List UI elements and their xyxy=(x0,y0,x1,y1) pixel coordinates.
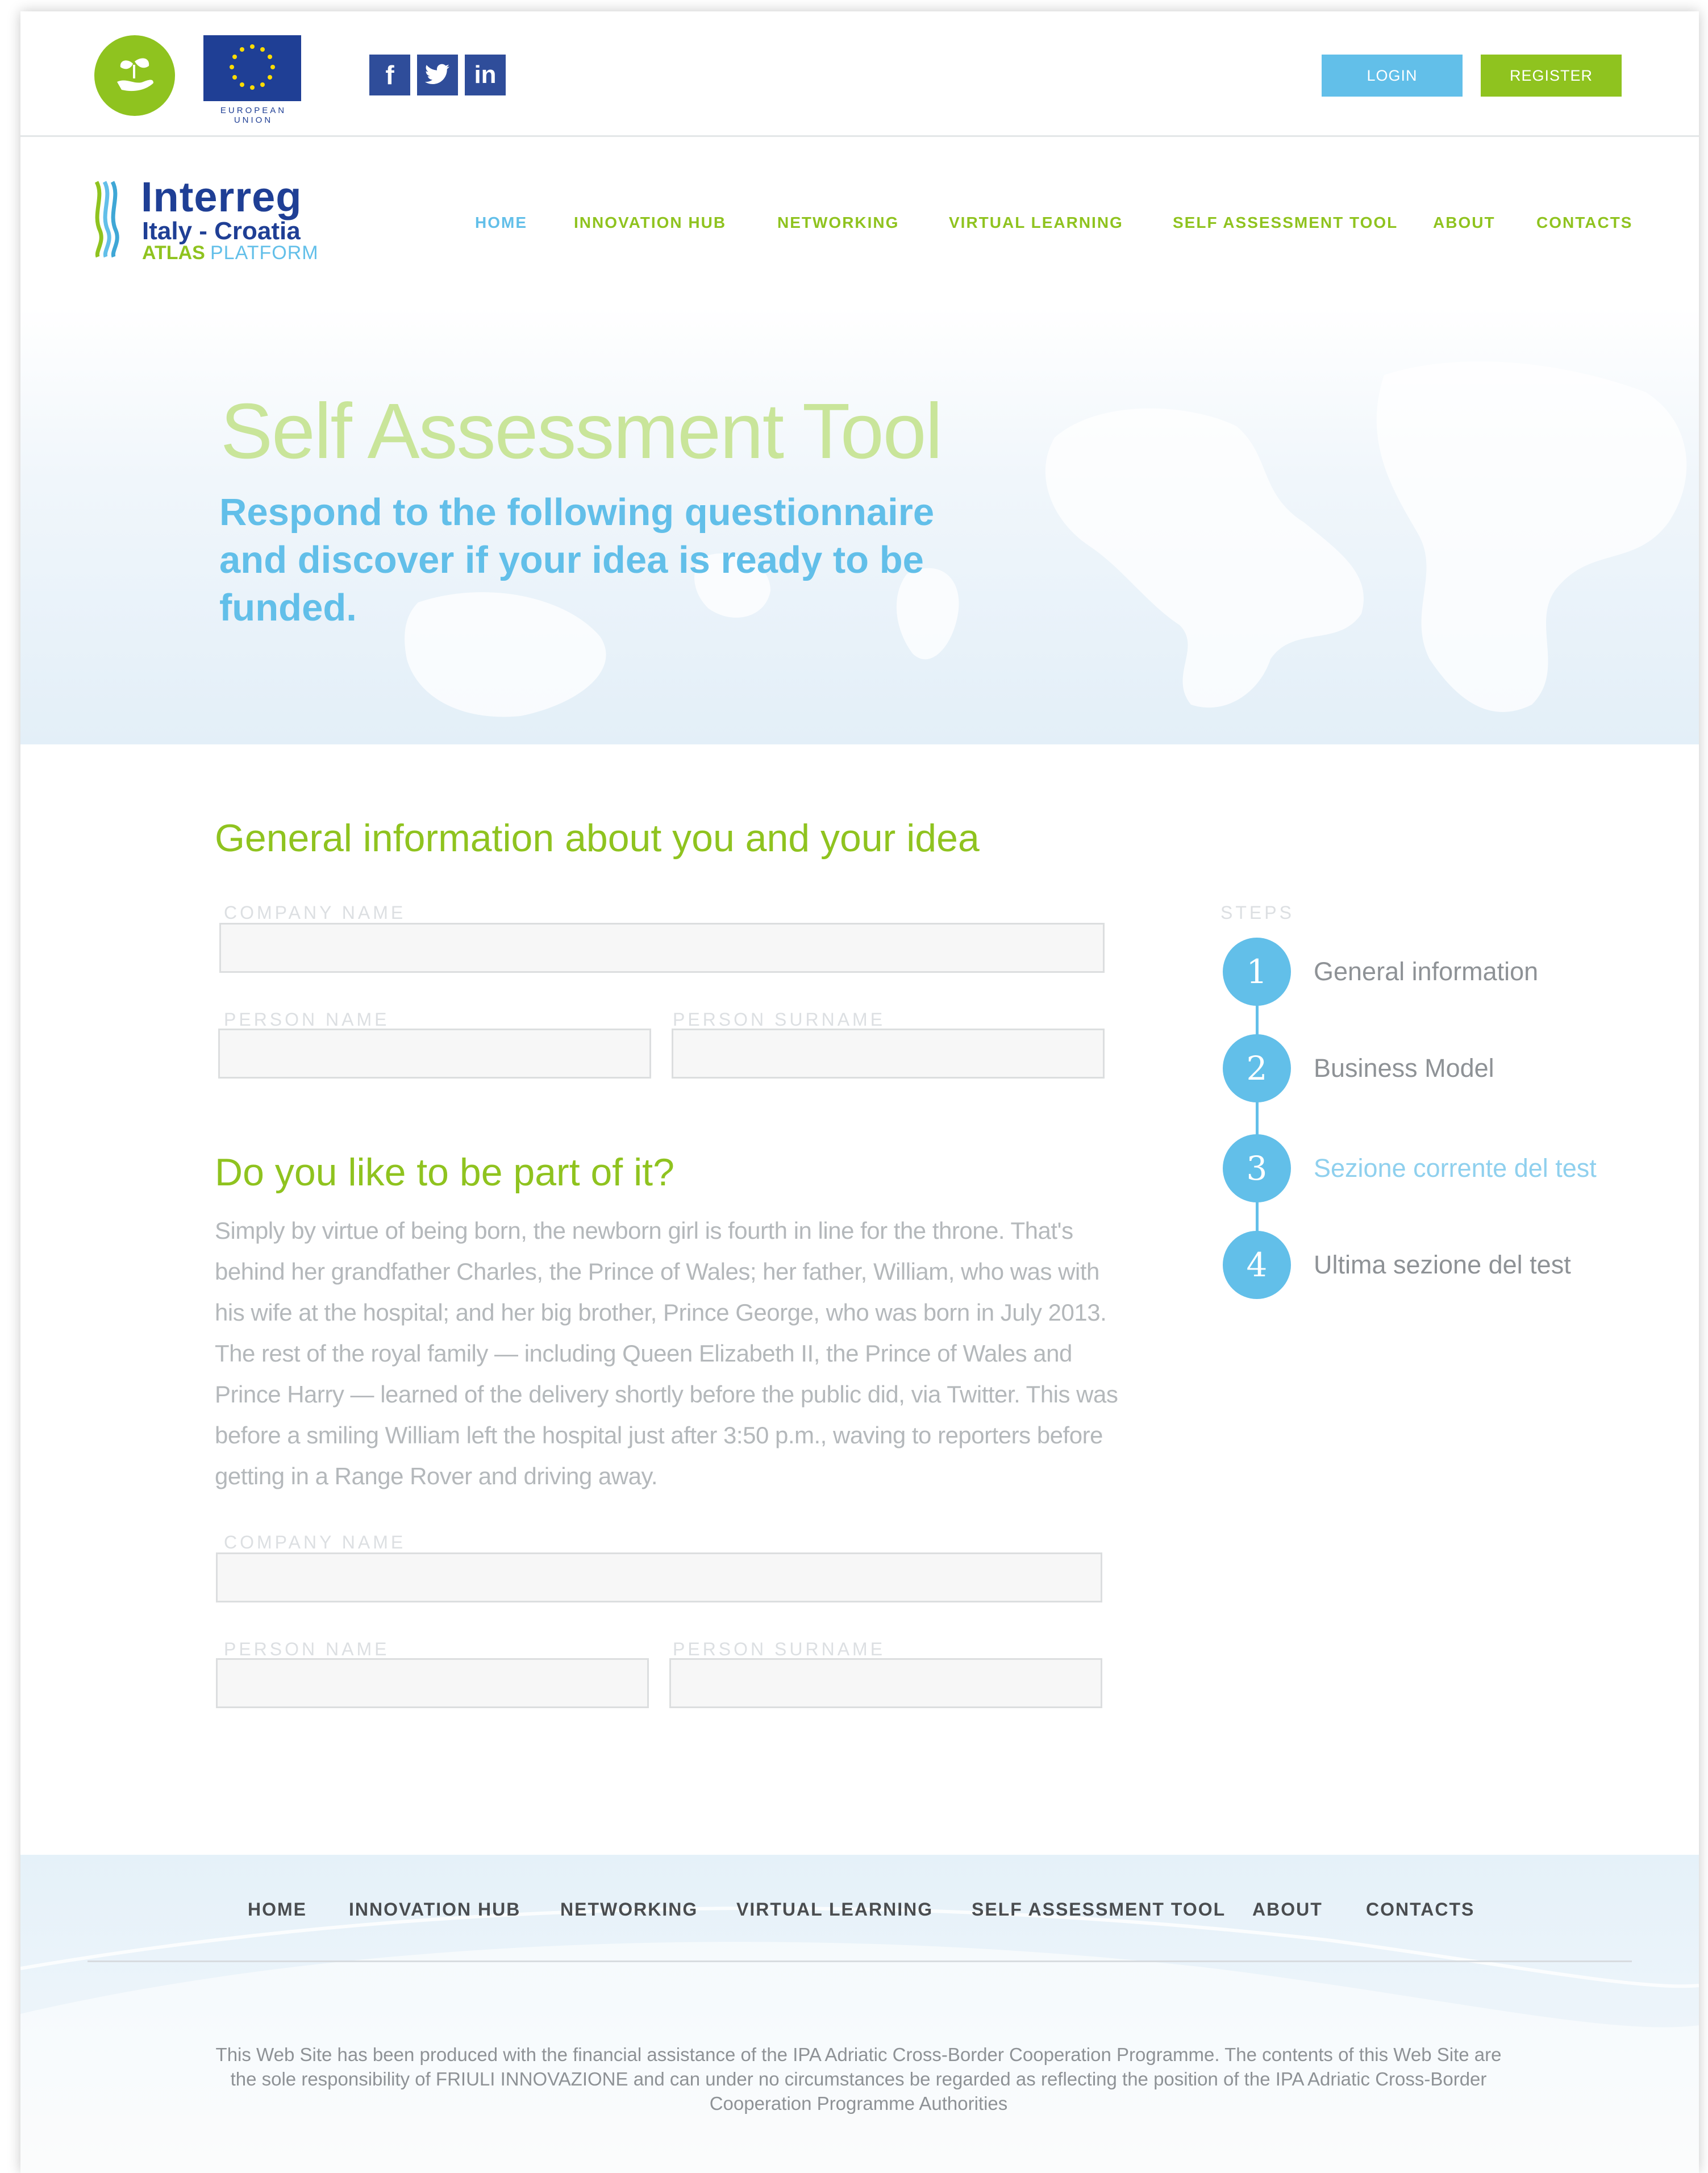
person-surname-input-2[interactable] xyxy=(669,1658,1102,1708)
section-title-part-of-it: Do you like to be part of it? xyxy=(215,1151,674,1194)
nav-networking[interactable]: NETWORKING xyxy=(777,214,899,232)
linkedin-icon[interactable]: in xyxy=(465,55,506,95)
footer-nav-contacts[interactable]: CONTACTS xyxy=(1366,1899,1474,1920)
facebook-icon[interactable]: f xyxy=(369,55,410,95)
person-name-label-2: PERSON NAME xyxy=(224,1639,390,1659)
nav-virtual-learning[interactable]: VIRTUAL LEARNING xyxy=(949,214,1123,232)
step-4-label[interactable]: Ultima sezione del test xyxy=(1314,1250,1571,1280)
login-button[interactable]: LOGIN xyxy=(1322,55,1463,97)
atlas-label: ATLAS xyxy=(142,242,205,264)
leaf-hand-logo-icon xyxy=(94,35,175,116)
top-bar: EUROPEAN UNION f in LOGIN REGISTER xyxy=(20,11,1699,137)
interreg-wordmark: Interreg xyxy=(141,173,302,220)
interreg-waves-icon xyxy=(94,181,119,258)
twitter-icon[interactable] xyxy=(417,55,458,95)
footer-nav-virtual-learning[interactable]: VIRTUAL LEARNING xyxy=(736,1899,933,1920)
person-name-label: PERSON NAME xyxy=(224,1009,390,1030)
platform-label: PLATFORM xyxy=(210,242,319,264)
section-title-general-info: General information about you and your i… xyxy=(215,817,980,860)
footer-nav-networking[interactable]: NETWORKING xyxy=(560,1899,698,1920)
step-1-badge[interactable]: 1 xyxy=(1223,938,1291,1006)
footer-nav-about[interactable]: ABOUT xyxy=(1252,1899,1323,1920)
nav-self-assessment-tool[interactable]: SELF ASSESSMENT TOOL xyxy=(1173,214,1398,232)
step-2-label[interactable]: Business Model xyxy=(1314,1054,1494,1083)
section-description: Simply by virtue of being born, the newb… xyxy=(215,1217,1118,1489)
step-3-label-current[interactable]: Sezione corrente del test xyxy=(1314,1154,1597,1183)
footer-nav-innovation-hub[interactable]: INNOVATION HUB xyxy=(349,1899,520,1920)
register-button[interactable]: REGISTER xyxy=(1481,55,1622,97)
page-subtitle: Respond to the following questionnaire a… xyxy=(219,491,935,629)
person-name-input-2[interactable] xyxy=(216,1658,649,1708)
nav-home[interactable]: HOME xyxy=(475,214,527,232)
nav-about[interactable]: ABOUT xyxy=(1433,214,1495,232)
eu-caption: EUROPEAN UNION xyxy=(220,106,287,125)
footer-nav-home[interactable]: HOME xyxy=(248,1899,307,1920)
person-surname-label-2: PERSON SURNAME xyxy=(673,1639,886,1659)
step-3-badge[interactable]: 3 xyxy=(1223,1134,1291,1202)
step-2-badge[interactable]: 2 xyxy=(1223,1034,1291,1102)
footer-disclaimer: This Web Site has been produced with the… xyxy=(215,2044,1502,2114)
company-name-input[interactable] xyxy=(219,923,1105,973)
page-title: Self Assessment Tool xyxy=(220,388,943,475)
person-name-input[interactable] xyxy=(218,1029,651,1079)
nav-innovation-hub[interactable]: INNOVATION HUB xyxy=(574,214,726,232)
nav-contacts[interactable]: CONTACTS xyxy=(1536,214,1632,232)
person-surname-label: PERSON SURNAME xyxy=(673,1009,886,1030)
step-1-label[interactable]: General information xyxy=(1314,957,1538,986)
company-name-label: COMPANY NAME xyxy=(224,902,406,923)
person-surname-input[interactable] xyxy=(672,1029,1105,1079)
eu-flag-icon xyxy=(203,35,301,101)
step-4-badge[interactable]: 4 xyxy=(1223,1231,1291,1299)
footer-divider xyxy=(88,1960,1632,1962)
footer-nav-self-assessment-tool[interactable]: SELF ASSESSMENT TOOL xyxy=(972,1899,1226,1920)
page-frame: EUROPEAN UNION f in LOGIN REGISTER Inter… xyxy=(20,11,1699,2173)
interreg-program-name: Italy - Croatia xyxy=(142,217,301,245)
company-name-label-2: COMPANY NAME xyxy=(224,1532,406,1552)
steps-label: STEPS xyxy=(1220,902,1294,923)
company-name-input-2[interactable] xyxy=(216,1552,1102,1602)
